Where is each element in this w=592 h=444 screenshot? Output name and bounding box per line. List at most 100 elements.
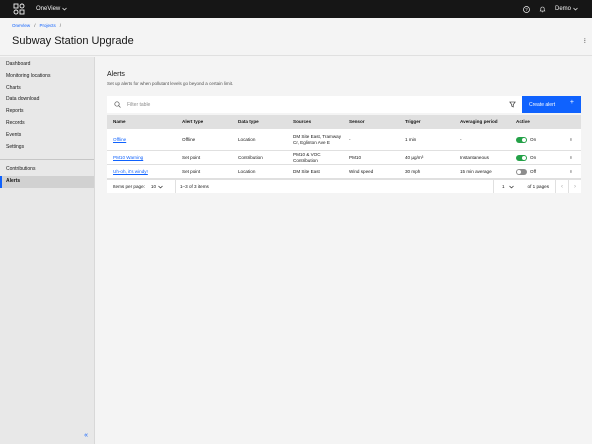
sidebar-item-contributions[interactable]: Contributions: [0, 164, 94, 176]
filter-input[interactable]: [127, 101, 497, 108]
sidebar-item-events[interactable]: Events: [0, 130, 94, 142]
trigger-cell: 1 min: [405, 136, 417, 142]
sidebar-item-settings[interactable]: Settings: [0, 142, 94, 154]
sidebar-item-data-download[interactable]: Data download: [0, 94, 94, 106]
header-averaging-period[interactable]: Averaging period: [454, 119, 510, 125]
main-content: Alerts Set up alerts for when pollutant …: [96, 57, 592, 444]
breadcrumb-oneview[interactable]: OneView: [12, 23, 30, 28]
header-sources[interactable]: Sources: [287, 119, 343, 125]
sidebar-item-monitoring-locations[interactable]: Monitoring locations: [0, 71, 94, 83]
alert-name-link[interactable]: Uh-oh, it's windy!: [113, 169, 148, 174]
header-trigger[interactable]: Trigger: [399, 119, 454, 125]
page-value: 1: [501, 184, 505, 189]
toggle-knob: [517, 169, 521, 174]
breadcrumb: OneView / Projects /: [12, 23, 61, 28]
sidebar-item-charts[interactable]: Charts: [0, 83, 94, 95]
items-per-page-value: 10: [150, 184, 157, 189]
data-type-cell: Contribution: [238, 154, 263, 160]
averaging-cell: 15 min average: [460, 168, 492, 174]
sidebar-item-reports[interactable]: Reports: [0, 106, 94, 118]
filter-funnel-icon[interactable]: [508, 101, 516, 109]
table-row: Offline Offline Location DM Site East, T…: [107, 129, 581, 151]
data-type-cell: Location: [238, 168, 256, 174]
row-overflow-menu-icon[interactable]: ⁝: [561, 137, 581, 143]
sidebar: Dashboard Monitoring locations Charts Da…: [0, 57, 95, 444]
header-alert-type[interactable]: Alert type: [176, 119, 232, 125]
chevron-down-icon: [62, 7, 67, 11]
help-icon[interactable]: ?: [523, 5, 531, 13]
alerts-table: Name Alert type Data type Sources Sensor…: [107, 115, 581, 193]
header-active[interactable]: Active: [510, 119, 561, 125]
header-name[interactable]: Name: [107, 119, 176, 125]
breadcrumb-projects[interactable]: Projects: [39, 23, 55, 28]
alert-type-cell: Set point: [182, 154, 201, 160]
plus-icon: +: [569, 99, 574, 106]
alert-type-cell: Set point: [182, 168, 201, 174]
table-row: PM10 Warning Set point Contribution PM10…: [107, 151, 581, 165]
breadcrumb-separator: /: [34, 23, 36, 28]
averaging-cell: -: [460, 136, 462, 142]
alert-name-link[interactable]: PM10 Warning: [113, 155, 143, 160]
section-description: Set up alerts for when pollutant levels …: [107, 81, 234, 86]
app-name: OneView: [36, 6, 61, 12]
create-alert-button[interactable]: Create alert +: [522, 96, 581, 113]
next-page-button[interactable]: ›: [568, 180, 581, 193]
header-data-type[interactable]: Data type: [232, 119, 287, 125]
page-count: of 1 pages: [527, 184, 549, 189]
active-cell: Off: [510, 168, 561, 175]
toggle-label: On: [530, 136, 537, 142]
data-type-cell: Location: [238, 136, 256, 142]
trigger-cell: 40 µg/m³: [405, 154, 424, 160]
section-title: Alerts: [107, 71, 125, 78]
sources-cell: PM10 & VOC Contribution: [293, 151, 321, 163]
row-overflow-menu-icon[interactable]: ⁝: [561, 169, 581, 175]
header-sensor[interactable]: Sensor: [343, 119, 399, 125]
sidebar-item-records[interactable]: Records: [0, 118, 94, 130]
app-switcher[interactable]: OneView: [36, 6, 67, 12]
chevron-down-icon: [508, 185, 514, 188]
user-menu[interactable]: Demo: [555, 6, 578, 12]
items-per-page: Items per page: 10: [107, 180, 176, 193]
items-per-page-label: Items per page:: [113, 184, 145, 189]
page-header: OneView / Projects / Subway Station Upgr…: [0, 18, 592, 56]
sensor-cell: PM10: [349, 154, 362, 160]
active-cell: On: [510, 154, 561, 161]
table-row: Uh-oh, it's windy! Set point Location DM…: [107, 165, 581, 179]
row-overflow-menu-icon[interactable]: ⁝: [561, 155, 581, 161]
previous-page-button[interactable]: ‹: [555, 180, 568, 193]
sidebar-item-alerts[interactable]: Alerts: [0, 176, 94, 188]
trigger-cell: 30 mph: [405, 168, 421, 174]
pagination: Items per page: 10 1–3 of 3 items 1 of 1…: [107, 179, 581, 193]
active-toggle[interactable]: [516, 168, 527, 175]
sidebar-item-dashboard[interactable]: Dashboard: [0, 59, 94, 71]
active-toggle[interactable]: [516, 136, 527, 143]
table-header-row: Name Alert type Data type Sources Sensor…: [107, 115, 581, 129]
overflow-menu-icon[interactable]: ⁝: [584, 37, 586, 45]
toggle-label: Off: [530, 168, 537, 174]
items-per-page-select[interactable]: 10: [151, 184, 163, 189]
alert-type-cell: Offline: [182, 136, 196, 142]
sources-cell: DM Site East, Tramway Cr, Eglinton Ave E: [293, 133, 341, 145]
toggle-label: On: [530, 154, 537, 160]
table-toolbar: Create alert +: [107, 96, 581, 113]
sources-cell: DM Site East: [293, 168, 320, 174]
create-alert-label: Create alert: [529, 101, 556, 108]
chevron-down-icon: [158, 185, 163, 188]
toggle-knob: [522, 155, 526, 160]
grid-logo-icon[interactable]: [12, 2, 26, 16]
sensor-cell: Wind speed: [349, 168, 374, 174]
alert-name-link[interactable]: Offline: [113, 137, 126, 142]
active-toggle[interactable]: [516, 154, 527, 161]
breadcrumb-separator: /: [59, 23, 61, 28]
collapse-sidebar-icon[interactable]: «: [84, 432, 88, 439]
svg-text:?: ?: [526, 7, 529, 12]
user-name: Demo: [554, 6, 571, 12]
page-title: Subway Station Upgrade: [12, 35, 134, 47]
items-range: 1–3 of 3 items: [180, 184, 209, 189]
bell-icon[interactable]: [539, 5, 547, 13]
chevron-down-icon: [573, 7, 578, 11]
search-icon: [113, 101, 121, 109]
sidebar-divider: [0, 159, 94, 161]
page-select[interactable]: 1: [492, 180, 522, 193]
averaging-cell: Instantaneous: [460, 154, 489, 160]
